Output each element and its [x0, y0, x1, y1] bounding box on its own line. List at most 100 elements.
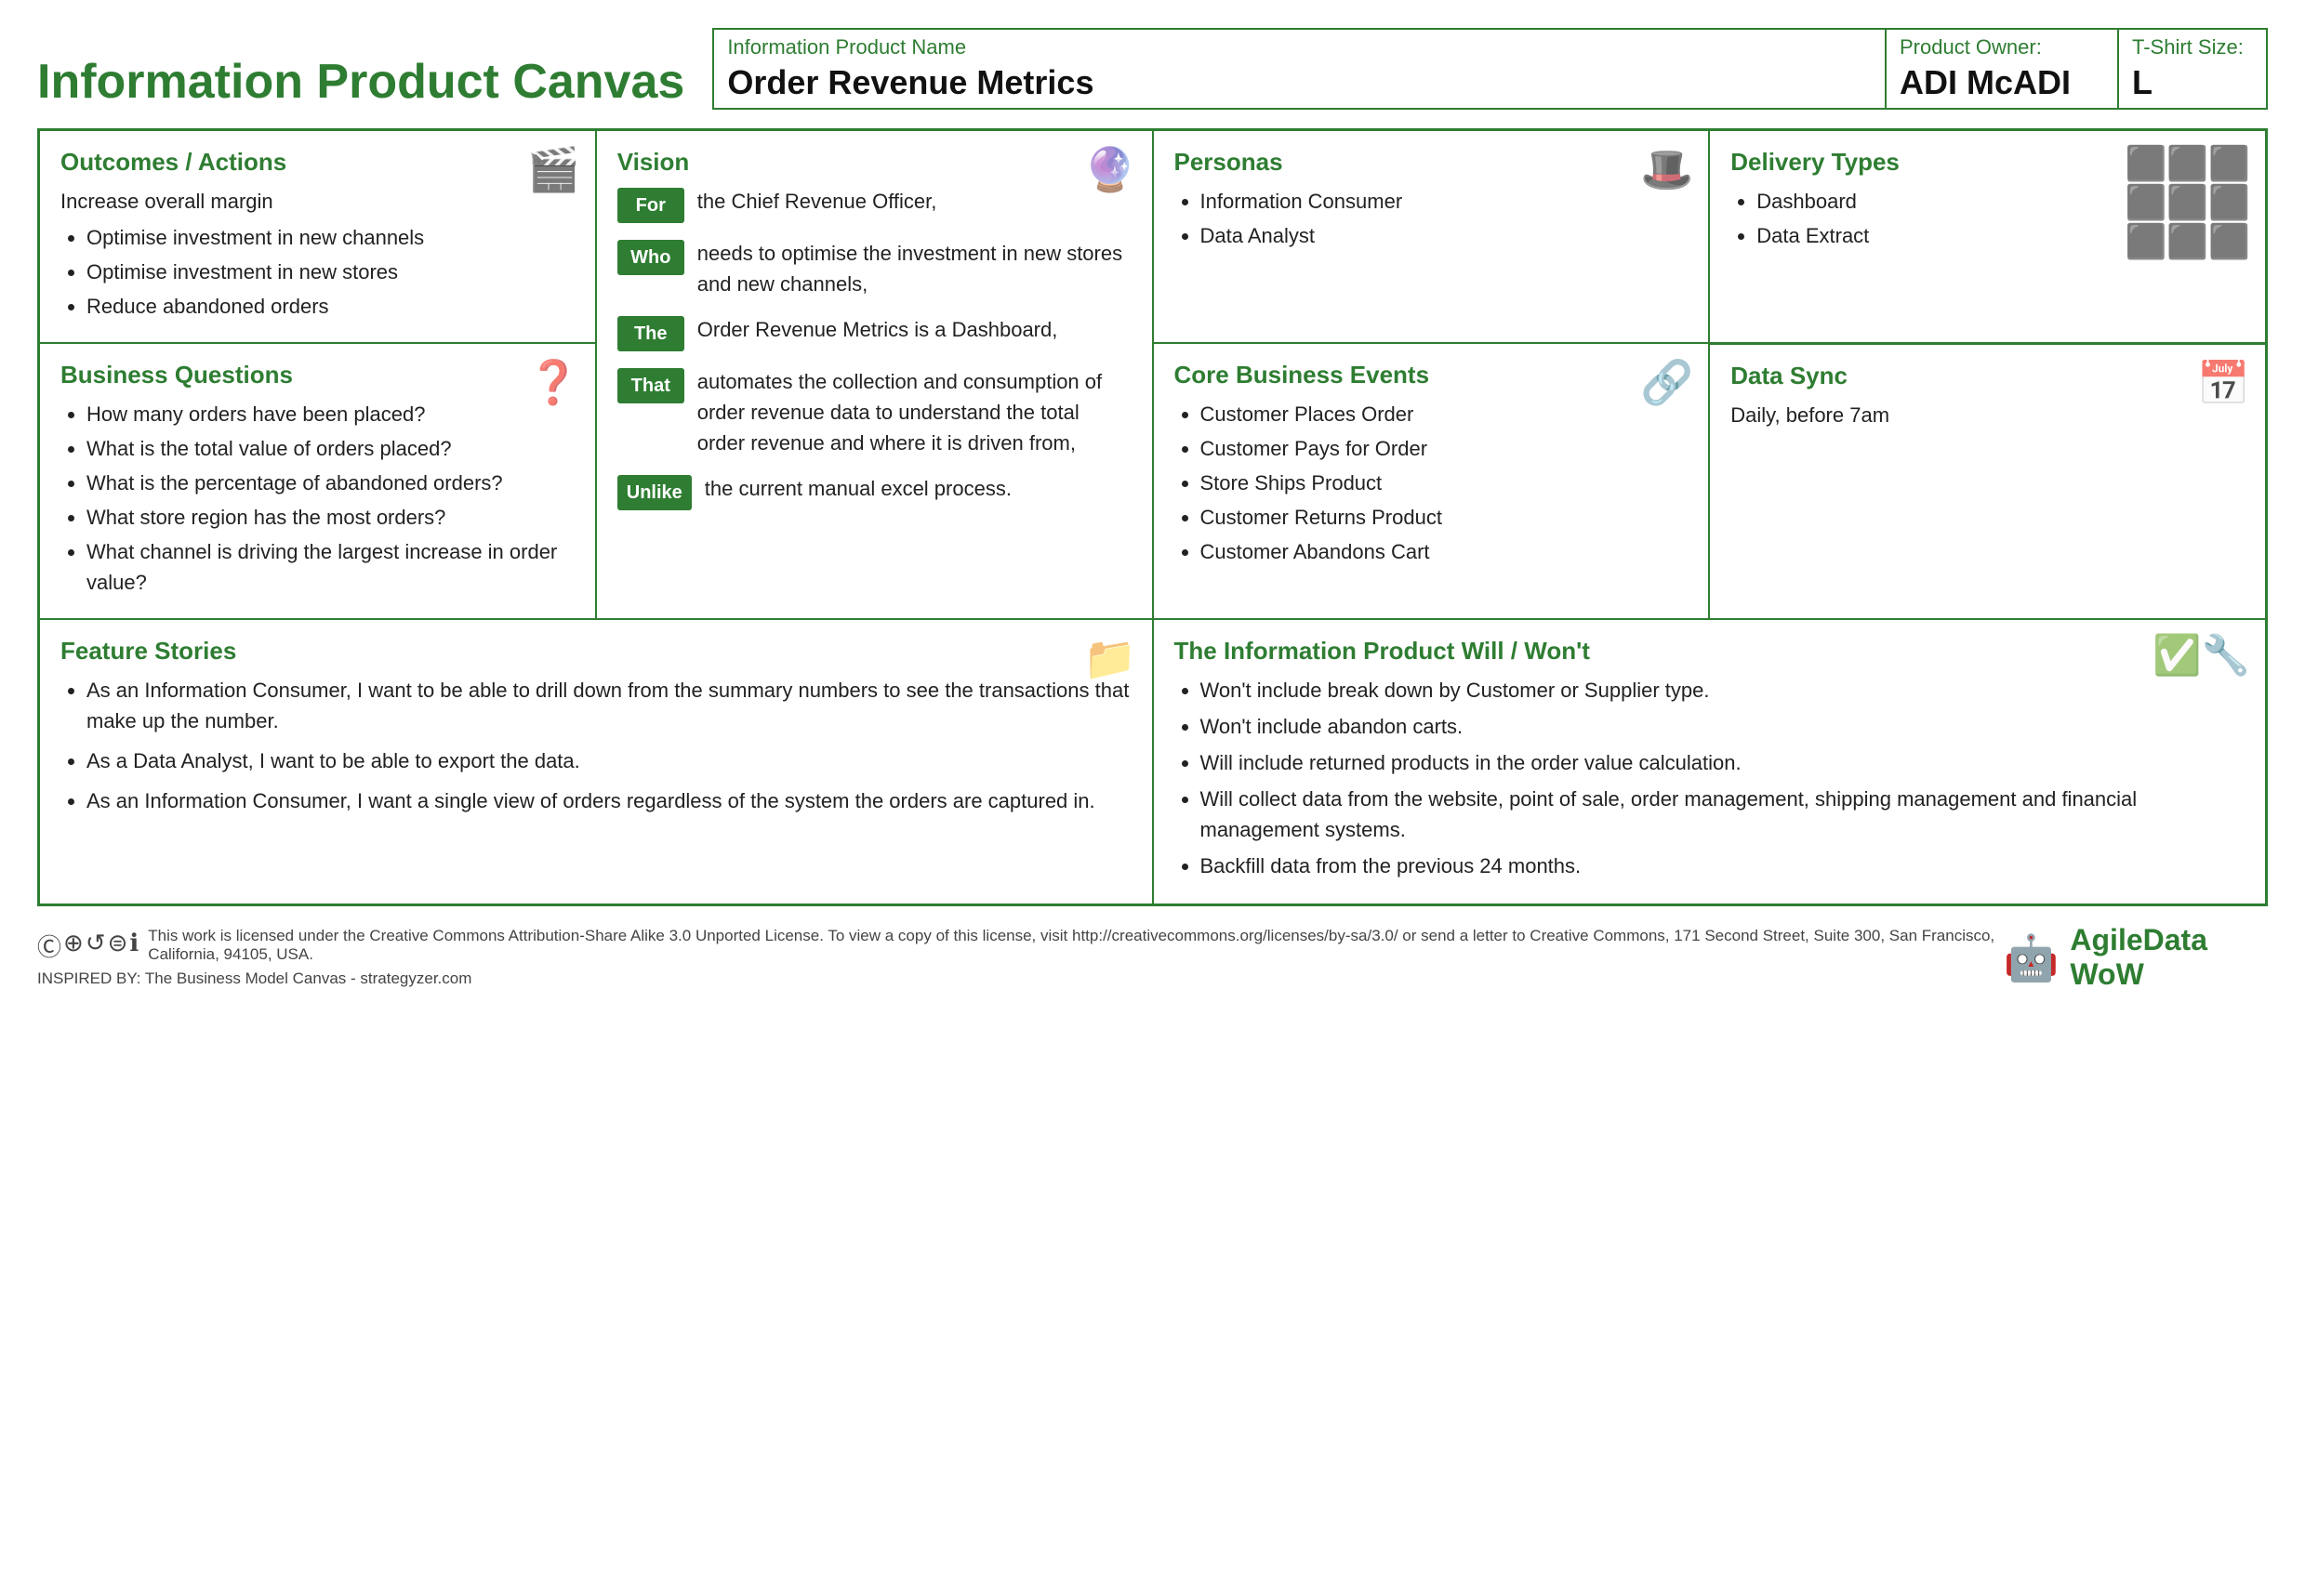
vision-row-text: automates the collection and consumption…	[697, 366, 1132, 458]
feature-list: As an Information Consumer, I want to be…	[60, 675, 1132, 816]
question-icon	[526, 357, 579, 408]
vision-title: Vision	[617, 148, 1132, 177]
calendar-icon	[2197, 358, 2250, 409]
feature-title: Feature Stories	[60, 637, 1132, 666]
list-item: What store region has the most orders?	[86, 502, 575, 533]
bizq-cell: Business Questions How many orders have …	[39, 343, 596, 619]
list-item: Customer Places Order	[1200, 399, 1689, 429]
outcomes-list: Optimise investment in new channels Optim…	[60, 222, 575, 322]
license-text: This work is licensed under the Creative…	[148, 927, 2003, 964]
vision-row: Who needs to optimise the investment in …	[617, 238, 1132, 299]
datasync-cell: Data Sync Daily, before 7am	[1709, 343, 2266, 619]
footer: Ⓒ ⊕ ↺ ⊜ ℹ This work is licensed under th…	[37, 923, 2268, 992]
footer-license: Ⓒ ⊕ ↺ ⊜ ℹ This work is licensed under th…	[37, 927, 2004, 964]
files-icon	[1083, 633, 1136, 684]
cc-icon: Ⓒ	[37, 929, 61, 963]
cc-icons: Ⓒ ⊕ ↺ ⊜ ℹ	[37, 929, 139, 963]
cc-info-icon: ℹ	[129, 929, 139, 963]
list-item: How many orders have been placed?	[86, 399, 575, 429]
personas-list: Information ConsumerData Analyst	[1174, 186, 1689, 251]
personas-cell: Personas Information ConsumerData Analys…	[1153, 130, 1710, 343]
list-item: Will include returned products in the or…	[1200, 747, 2245, 778]
feature-cell: Feature Stories As an Information Consum…	[39, 619, 1153, 904]
datasync-title: Data Sync	[1730, 362, 2245, 390]
corebiz-title: Core Business Events	[1174, 361, 1689, 389]
hat-icon	[1640, 144, 1693, 195]
list-item: Will collect data from the website, poin…	[1200, 784, 2245, 845]
list-item: What is the total value of orders placed…	[86, 433, 575, 464]
header-fields: Information Product Name Order Revenue M…	[712, 28, 2268, 110]
cc-by-icon: ⊕	[63, 929, 84, 963]
list-item: What channel is driving the largest incr…	[86, 536, 575, 598]
bizq-list: How many orders have been placed? What is…	[60, 399, 575, 598]
list-item: What is the percentage of abandoned orde…	[86, 468, 575, 498]
vision-row-text: Order Revenue Metrics is a Dashboard,	[697, 314, 1058, 345]
vision-row-label: Unlike	[617, 475, 692, 510]
willwont-list: Won't include break down by Customer or …	[1174, 675, 2245, 881]
vision-row: The Order Revenue Metrics is a Dashboard…	[617, 314, 1132, 351]
footer-brand: 🤖 AgileData WoW	[2004, 923, 2268, 992]
list-item: Customer Pays for Order	[1200, 433, 1689, 464]
datasync-value: Daily, before 7am	[1730, 400, 2245, 430]
list-item: As an Information Consumer, I want a sin…	[86, 785, 1132, 816]
tshirt-size-field: T-Shirt Size: L	[2117, 30, 2266, 108]
list-item: Customer Abandons Cart	[1200, 536, 1689, 567]
datasync-content: Daily, before 7am	[1730, 400, 2245, 430]
cc-nd-icon: ⊜	[108, 929, 128, 963]
corebiz-cell: Core Business Events Customer Places Ord…	[1153, 343, 1710, 619]
list-item: Customer Returns Product	[1200, 502, 1689, 533]
bizq-content: How many orders have been placed? What is…	[60, 399, 575, 598]
tshirt-size-label: T-Shirt Size:	[2132, 35, 2253, 59]
vision-content: For the Chief Revenue Officer, Who needs…	[617, 186, 1132, 510]
footer-left: Ⓒ ⊕ ↺ ⊜ ℹ This work is licensed under th…	[37, 927, 2004, 988]
product-name-field: Information Product Name Order Revenue M…	[714, 30, 1885, 108]
product-owner-field: Product Owner: ADI McADI	[1885, 30, 2117, 108]
vision-row-text: the current manual excel process.	[705, 473, 1012, 504]
header-area: Information Product Canvas Information P…	[37, 28, 2268, 110]
list-item: Information Consumer	[1200, 186, 1689, 217]
grid-icon: ⬛⬛⬛⬛⬛⬛⬛⬛⬛	[2126, 144, 2250, 261]
vision-cell: Vision For the Chief Revenue Officer, Wh…	[596, 130, 1153, 619]
brand-name: AgileData WoW	[2070, 923, 2268, 992]
list-item: Data Analyst	[1200, 220, 1689, 251]
corebiz-content: Customer Places Order Customer Pays for O…	[1174, 399, 1689, 567]
coin-icon	[1083, 144, 1136, 195]
personas-content: Information ConsumerData Analyst	[1174, 186, 1689, 251]
product-owner-value: ADI McADI	[1900, 63, 2104, 102]
willwont-content: Won't include break down by Customer or …	[1174, 675, 2245, 881]
delivery-cell: ⬛⬛⬛⬛⬛⬛⬛⬛⬛ Delivery Types DashboardData E…	[1709, 130, 2266, 343]
willwont-cell: ✅🔧 The Information Product Will / Won't …	[1153, 619, 2267, 904]
list-item: Backfill data from the previous 24 month…	[1200, 851, 2245, 881]
robot-icon: 🤖	[2004, 931, 2060, 984]
product-name-label: Information Product Name	[727, 35, 1872, 59]
vision-row: For the Chief Revenue Officer,	[617, 186, 1132, 223]
personas-title: Personas	[1174, 148, 1689, 177]
vision-row-text: needs to optimise the investment in new …	[697, 238, 1132, 299]
cc-sa-icon: ↺	[86, 929, 106, 963]
feature-content: As an Information Consumer, I want to be…	[60, 675, 1132, 816]
product-owner-label: Product Owner:	[1900, 35, 2104, 59]
vision-row: Unlike the current manual excel process.	[617, 473, 1132, 510]
list-item: Won't include abandon carts.	[1200, 711, 2245, 742]
list-item: Optimise investment in new stores	[86, 257, 575, 287]
willwont-title: The Information Product Will / Won't	[1174, 637, 2245, 666]
chain-icon	[1640, 357, 1693, 408]
vision-row-label: For	[617, 188, 684, 223]
vision-row-text: the Chief Revenue Officer,	[697, 186, 937, 217]
film-icon	[526, 144, 579, 195]
list-item: Optimise investment in new channels	[86, 222, 575, 253]
list-item: As an Information Consumer, I want to be…	[86, 675, 1132, 736]
product-name-value: Order Revenue Metrics	[727, 63, 1872, 102]
list-item: Reduce abandoned orders	[86, 291, 575, 322]
main-grid: Outcomes / Actions Increase overall marg…	[37, 128, 2268, 906]
outcomes-cell: Outcomes / Actions Increase overall marg…	[39, 130, 596, 343]
outcomes-content: Increase overall margin Optimise investm…	[60, 186, 575, 322]
tshirt-size-value: L	[2132, 63, 2253, 102]
outcomes-title: Outcomes / Actions	[60, 148, 575, 177]
outcomes-intro: Increase overall margin	[60, 186, 575, 217]
vision-row-label: That	[617, 368, 684, 403]
vision-row-label: The	[617, 316, 684, 351]
vision-row: That automates the collection and consum…	[617, 366, 1132, 458]
corebiz-list: Customer Places Order Customer Pays for O…	[1174, 399, 1689, 567]
list-item: Store Ships Product	[1200, 468, 1689, 498]
